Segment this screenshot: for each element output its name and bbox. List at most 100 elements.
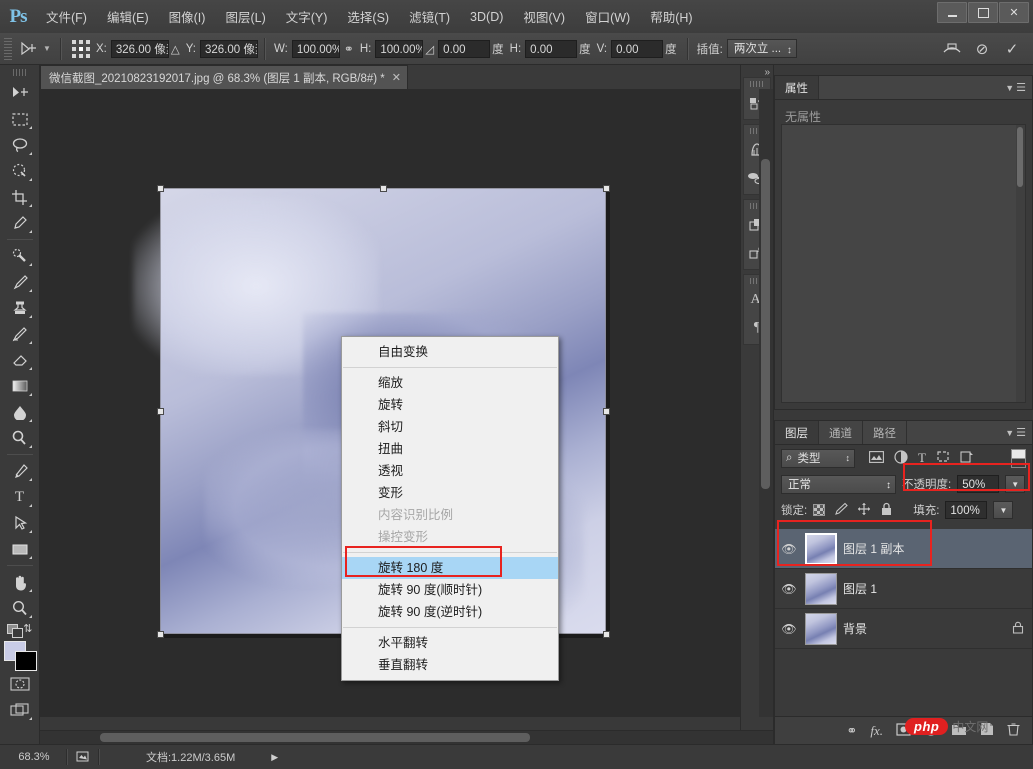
transform-handle-bl[interactable] [157,631,164,638]
link-layers-icon[interactable]: ⚭ [846,723,857,739]
layer-visibility-icon[interactable]: 👁 [779,622,799,636]
filter-adjustment-icon[interactable] [894,449,908,467]
document-tab[interactable]: 微信截图_20210823192017.jpg @ 68.3% (图层 1 副本… [40,65,408,89]
transform-handle-tr[interactable] [603,185,610,192]
lock-image-icon[interactable] [834,502,848,518]
cancel-transform-icon[interactable]: ⊘ [971,38,993,60]
fill-input[interactable]: 100% [945,501,988,519]
angle-input[interactable]: 0.00 [438,39,491,58]
y-input[interactable]: 326.00 像素 [199,39,258,58]
skew-h-input[interactable]: 0.00 [525,39,578,58]
layers-panel-menu-icon[interactable]: ▼ ☰ [999,421,1032,444]
tab-paths[interactable]: 路径 [863,421,907,444]
blur-tool[interactable] [5,399,35,425]
menu-item-scale[interactable]: 缩放 [342,372,558,394]
menu-image[interactable]: 图像(I) [159,4,216,29]
layer-filter-toggle[interactable] [1011,448,1026,468]
eyedropper-tool[interactable] [5,210,35,236]
transform-handle-mr[interactable] [603,408,610,415]
layer-row-copy[interactable]: 👁 图层 1 副本 [775,529,1032,569]
gradient-tool[interactable] [5,373,35,399]
menu-3d[interactable]: 3D(D) [460,7,513,27]
layer-row-1[interactable]: 👁 图层 1 [775,569,1032,609]
dock-grip[interactable] [750,81,764,87]
interpolation-select[interactable]: 两次立 ... [726,39,797,58]
link-wh-icon[interactable]: ⚭ [340,40,358,58]
quick-mask-icon[interactable] [5,671,35,697]
menu-view[interactable]: 视图(V) [513,4,575,29]
clone-stamp-tool[interactable] [5,295,35,321]
minimize-button[interactable] [937,2,967,23]
properties-scrollbar[interactable] [1016,125,1025,402]
screen-mode-icon[interactable] [5,697,35,723]
tab-layers[interactable]: 图层 [775,421,819,444]
reference-point-grid[interactable] [72,39,90,58]
x-input[interactable]: 326.00 像素 [110,39,169,58]
horizontal-type-tool[interactable]: T [5,484,35,510]
tab-channels[interactable]: 通道 [819,421,863,444]
menu-item-rotate-90-cw[interactable]: 旋转 90 度(顺时针) [342,579,558,601]
status-expand-arrow-icon[interactable]: ▶ [271,752,278,763]
layer-thumbnail[interactable] [805,612,837,645]
fill-stepper[interactable]: ▼ [993,501,1014,519]
commit-transform-icon[interactable]: ✓ [1001,38,1023,60]
default-colors-and-swap[interactable]: ⇅ [5,621,35,638]
filter-pixel-icon[interactable] [869,450,884,466]
tools-panel-grip[interactable] [12,69,27,76]
maximize-button[interactable] [968,2,998,23]
color-swatches[interactable] [3,641,37,671]
move-tool[interactable] [5,80,35,106]
lock-all-icon[interactable] [880,502,893,519]
layer-filter-select[interactable]: ⌕ 类型 ↕ [781,448,855,468]
dodge-tool[interactable] [5,425,35,451]
tool-preset-chevron-down-icon[interactable]: ▼ [40,37,54,61]
canvas-horizontal-scrollbar[interactable] [40,730,773,745]
menu-window[interactable]: 窗口(W) [575,4,640,29]
pen-tool[interactable] [5,458,35,484]
layer-thumbnail[interactable] [805,572,837,605]
zoom-tool[interactable] [5,595,35,621]
lasso-tool[interactable] [5,132,35,158]
options-bar-grip[interactable] [4,37,12,60]
relative-position-icon[interactable]: △ [171,42,180,56]
path-selection-tool[interactable] [5,510,35,536]
eraser-tool[interactable] [5,347,35,373]
opacity-input[interactable]: 50% [957,475,1000,493]
menu-item-perspective[interactable]: 透视 [342,460,558,482]
transform-context-menu[interactable]: 自由变换 缩放 旋转 斜切 扭曲 透视 变形 内容识别比例 操控变形 旋转 18… [341,336,559,681]
opacity-stepper[interactable]: ▼ [1005,475,1026,493]
menu-item-rotate[interactable]: 旋转 [342,394,558,416]
filter-shape-icon[interactable] [936,450,950,466]
rectangle-tool[interactable] [5,536,35,562]
menu-item-rotate-180[interactable]: 旋转 180 度 [342,557,558,579]
menu-type[interactable]: 文字(Y) [276,4,338,29]
delete-layer-icon[interactable] [1007,722,1020,739]
menu-file[interactable]: 文件(F) [36,4,97,29]
menu-item-warp[interactable]: 变形 [342,482,558,504]
menu-item-distort[interactable]: 扭曲 [342,438,558,460]
quick-selection-tool[interactable] [5,158,35,184]
menu-item-free-transform[interactable]: 自由变换 [342,341,558,363]
menu-select[interactable]: 选择(S) [337,4,399,29]
lock-transparency-icon[interactable] [813,504,826,516]
menu-item-flip-horizontal[interactable]: 水平翻转 [342,632,558,654]
transform-handle-tc[interactable] [380,185,387,192]
brush-tool[interactable] [5,269,35,295]
menu-layer[interactable]: 图层(L) [215,4,275,29]
close-icon[interactable]: ✕ [392,71,401,84]
layer-list[interactable]: 👁 图层 1 副本 👁 图层 1 👁 背景 [775,529,1032,716]
layer-thumbnail[interactable] [805,532,837,565]
tab-properties[interactable]: 属性 [775,76,819,99]
height-input[interactable]: 100.00% [375,39,424,58]
menu-help[interactable]: 帮助(H) [640,4,702,29]
crop-tool[interactable] [5,184,35,210]
zoom-level[interactable]: 68.3% [0,751,60,763]
warp-mode-icon[interactable] [941,38,963,60]
rectangular-marquee-tool[interactable] [5,106,35,132]
document-icon[interactable] [74,751,92,763]
menu-item-flip-vertical[interactable]: 垂直翻转 [342,654,558,676]
hand-tool[interactable] [5,569,35,595]
layer-style-icon[interactable]: fx. [870,723,883,739]
transform-handle-ml[interactable] [157,408,164,415]
skew-v-input[interactable]: 0.00 [611,39,664,58]
